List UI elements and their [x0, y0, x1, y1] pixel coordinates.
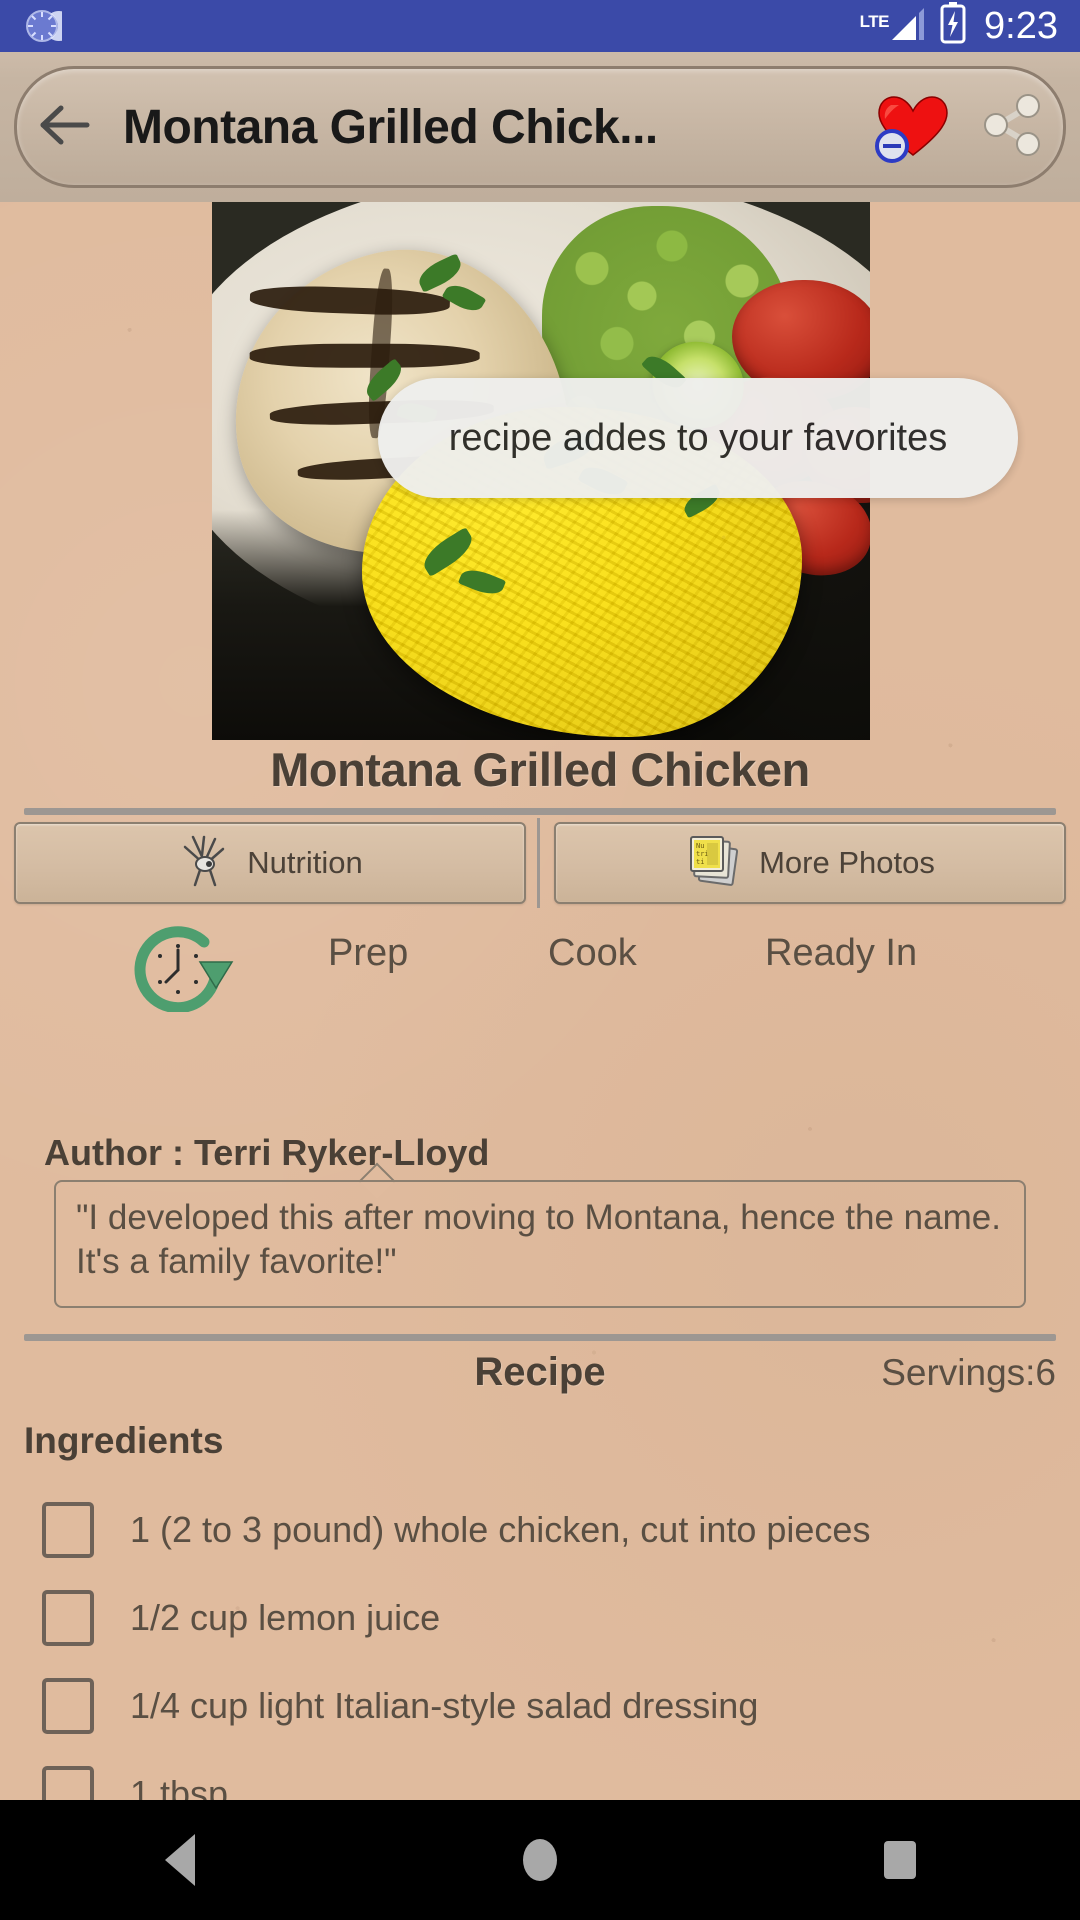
- nutrition-button[interactable]: Nutrition: [14, 822, 526, 904]
- nav-back-button[interactable]: [120, 1800, 240, 1920]
- divider-above-buttons: [24, 808, 1056, 815]
- servings-label: Servings:6: [881, 1352, 1056, 1393]
- battery-charging-icon: [940, 1, 966, 49]
- arrow-left-icon: [37, 102, 93, 153]
- recipe-title: Montana Grilled Chicken: [270, 743, 810, 796]
- status-bar: LTE 9:23: [0, 0, 1080, 52]
- list-item[interactable]: 1/2 cup lemon juice: [0, 1574, 1080, 1662]
- list-item[interactable]: 1 (2 to 3 pound) whole chicken, cut into…: [0, 1486, 1080, 1574]
- ingredient-text: 1/2 cup lemon juice: [130, 1597, 441, 1638]
- ingredient-checkbox[interactable]: [42, 1766, 94, 1800]
- author-label: Author : Terri Ryker-Lloyd: [44, 1132, 490, 1173]
- back-button[interactable]: [17, 69, 113, 185]
- button-row-divider: [537, 818, 540, 908]
- ingredient-text: 1 tbsp...: [130, 1773, 259, 1800]
- share-button[interactable]: [963, 69, 1063, 185]
- network-indicator: LTE: [860, 5, 926, 47]
- ingredients-header: Ingredients: [24, 1420, 224, 1461]
- list-item[interactable]: 1 tbsp...: [0, 1750, 1080, 1800]
- prep-time-label: Prep: [328, 932, 409, 974]
- ingredient-checkbox[interactable]: [42, 1678, 94, 1734]
- loading-spinner-icon: [22, 6, 62, 46]
- minus-circle-icon: [875, 129, 909, 163]
- nav-back-triangle-icon: [165, 1834, 195, 1886]
- ingredient-text: 1/4 cup light Italian-style salad dressi…: [130, 1685, 759, 1726]
- cook-time-label: Cook: [548, 932, 637, 974]
- nav-home-button[interactable]: [480, 1800, 600, 1920]
- svg-text:tri: tri: [696, 850, 709, 858]
- clock-arrow-icon: [128, 926, 238, 1017]
- ready-in-time-label: Ready In: [765, 932, 918, 974]
- network-type-label: LTE: [859, 12, 890, 31]
- description-text: "I developed this after moving to Montan…: [76, 1198, 1001, 1281]
- ingredient-list: 1 (2 to 3 pound) whole chicken, cut into…: [0, 1486, 1080, 1800]
- app-bar: Montana Grilled Chick...: [0, 52, 1080, 202]
- ingredient-checkbox[interactable]: [42, 1502, 94, 1558]
- photo-stack-icon: Nu tri ti: [685, 833, 743, 894]
- heart-filled-icon: [875, 95, 949, 163]
- svg-text:ti: ti: [696, 858, 704, 866]
- nav-recents-square-icon: [884, 1841, 916, 1879]
- action-button-row: Nutrition Nu tri ti More Photos: [0, 822, 1080, 904]
- more-photos-button[interactable]: Nu tri ti More Photos: [554, 822, 1066, 904]
- ingredient-text: 1 (2 to 3 pound) whole chicken, cut into…: [130, 1509, 871, 1550]
- ingredient-checkbox[interactable]: [42, 1590, 94, 1646]
- recipe-header: Recipe Servings:6: [0, 1350, 1080, 1414]
- time-row: Prep Cook Ready In: [0, 916, 1080, 1014]
- page-title: Montana Grilled Chick...: [123, 100, 658, 154]
- svg-text:Nu: Nu: [696, 842, 704, 850]
- app-bar-inner: Montana Grilled Chick...: [14, 66, 1066, 188]
- divider-above-recipe: [24, 1334, 1056, 1341]
- nav-home-circle-icon: [523, 1839, 557, 1881]
- signal-bars-icon: [890, 2, 926, 47]
- favorite-button[interactable]: [863, 69, 963, 185]
- more-photos-button-label: More Photos: [759, 845, 935, 880]
- status-bar-right-group: LTE 9:23: [860, 1, 1058, 51]
- nav-recents-button[interactable]: [840, 1800, 960, 1920]
- status-bar-clock: 9:23: [984, 5, 1058, 47]
- description-box: "I developed this after moving to Montan…: [54, 1180, 1026, 1308]
- toast-message: recipe addes to your favorites: [448, 416, 948, 459]
- fork-knife-nutrition-icon: [177, 833, 231, 894]
- nutrition-button-label: Nutrition: [247, 845, 363, 880]
- system-navigation-bar: [0, 1800, 1080, 1920]
- share-nodes-icon: [980, 92, 1046, 163]
- list-item[interactable]: 1/4 cup light Italian-style salad dressi…: [0, 1662, 1080, 1750]
- toast-notification: recipe addes to your favorites: [378, 378, 1018, 498]
- recipe-content: Montana Grilled Chicken Nutrition Nu tri…: [0, 202, 1080, 1800]
